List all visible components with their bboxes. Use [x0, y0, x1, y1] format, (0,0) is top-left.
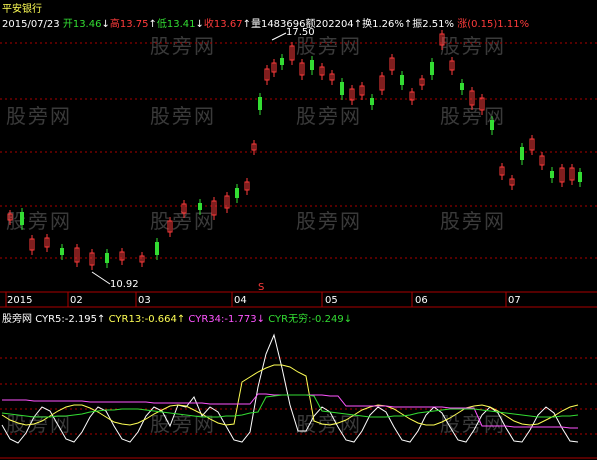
change-pct: 1.11%: [497, 19, 530, 30]
turnover-value: 1.26%: [372, 19, 404, 30]
candle-body: [235, 188, 239, 198]
candle-body: [198, 203, 202, 210]
low-label: 低: [156, 19, 167, 30]
high-label: 高: [109, 19, 120, 30]
candle-body: [520, 147, 524, 160]
quote-bar: 2015/07/23 开13.46↓高13.75↑低13.41↓收13.67↑量…: [2, 15, 529, 30]
amplitude-label: 振: [412, 19, 423, 30]
down-arrow-icon: ↓: [101, 19, 110, 30]
candle-body: [460, 83, 464, 90]
stock-name: 平安银行: [2, 4, 42, 15]
volume-label: 量: [250, 19, 261, 30]
cyr5-label: CYR5:: [35, 314, 65, 325]
peak-pointer: [271, 32, 287, 41]
peak-price-label: 17.50: [286, 27, 315, 38]
change-label: 涨: [457, 19, 468, 30]
up-arrow-icon: ↑: [242, 19, 251, 30]
close-value: 13.67: [213, 19, 243, 30]
up-arrow-icon: ↑: [353, 19, 363, 30]
cyr13-value: -0.664: [144, 314, 177, 325]
down-arrow-icon: ↓: [343, 314, 353, 325]
cyr13-label: CYR13:: [108, 314, 145, 325]
x-label-02: 02: [70, 295, 83, 306]
signal-marker: S: [258, 282, 265, 293]
cyrw-label: CYR无穷:: [268, 314, 312, 325]
x-label-2015: 2015: [7, 295, 33, 306]
high-value: 13.75: [119, 19, 149, 30]
x-label-06: 06: [415, 295, 428, 306]
down-arrow-icon: ↓: [256, 314, 266, 325]
up-arrow-icon: ↑: [403, 19, 413, 30]
amplitude-value: 2.51%: [422, 19, 455, 30]
candle-body: [155, 242, 159, 255]
candle-body: [430, 62, 434, 75]
low-value: 13.41: [166, 19, 196, 30]
x-label-05: 05: [325, 295, 338, 306]
candle-body: [490, 120, 494, 130]
down-arrow-icon: ↓: [195, 19, 204, 30]
open-label: 开: [62, 19, 73, 30]
amount-value: 202204: [315, 19, 354, 30]
up-arrow-icon: ↑: [148, 19, 157, 30]
cyr5-line: [1, 333, 579, 444]
candle-body: [60, 248, 64, 255]
candle-body: [105, 253, 109, 263]
open-value: 13.46: [72, 19, 102, 30]
cyr5-value: -2.195: [64, 314, 98, 325]
turnover-label: 换: [362, 19, 373, 30]
candle-body: [370, 98, 374, 105]
candle-body: [258, 97, 262, 110]
x-label-04: 04: [234, 295, 247, 306]
x-label-07: 07: [508, 295, 521, 306]
candle-body: [310, 60, 314, 70]
candle-body: [280, 58, 284, 65]
change-value: (0.15): [467, 19, 498, 30]
candlestick-chart: [0, 30, 597, 459]
cyr34-label: CYR34:: [188, 314, 225, 325]
cyrw-value: -0.249: [311, 314, 344, 325]
candle-body: [550, 171, 554, 178]
candle-body: [578, 172, 582, 182]
trough-price-label: 10.92: [110, 279, 139, 290]
cyr34-value: -1.773: [224, 314, 257, 325]
candle-body: [20, 212, 24, 225]
x-label-03: 03: [138, 295, 151, 306]
candle-body: [340, 82, 344, 95]
quote-date: 2015/07/23: [2, 19, 60, 30]
indicator-header: 股旁网 CYR5:-2.195↑ CYR13:-0.664↑ CYR34:-1.…: [2, 310, 352, 325]
up-arrow-icon: ↑: [97, 314, 106, 325]
up-arrow-icon: ↑: [176, 314, 186, 325]
trough-pointer: [91, 271, 111, 285]
close-label: 收: [203, 19, 214, 30]
candle-body: [400, 75, 404, 85]
indicator-name: 股旁网: [2, 314, 32, 325]
